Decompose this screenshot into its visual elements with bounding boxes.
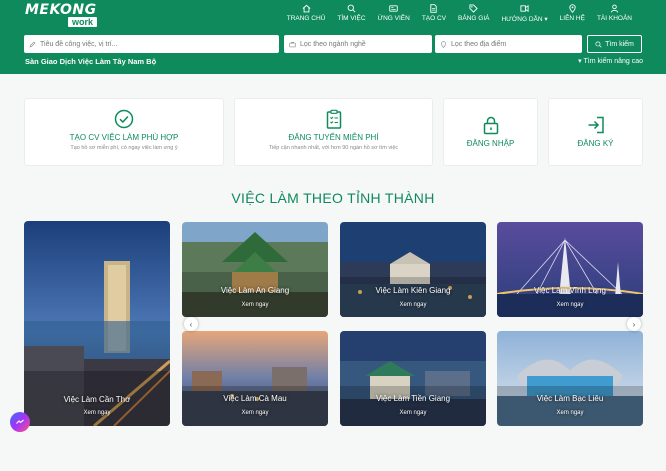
chevron-right-icon: › — [632, 319, 636, 329]
login-title: ĐĂNG NHẬP — [466, 139, 515, 148]
province-tile-an-giang[interactable]: Việc Làm An Giang Xem ngay — [182, 222, 328, 317]
register-title: ĐĂNG KÝ — [577, 139, 614, 148]
search-button[interactable]: Tìm kiếm — [587, 35, 642, 53]
lock-icon — [483, 116, 498, 135]
advanced-search-link[interactable]: ▾ Tìm kiếm nâng cao — [578, 57, 643, 65]
province-tile-bac-lieu[interactable]: Việc Làm Bạc Liêu Xem ngay — [497, 331, 643, 426]
bac-lieu-view-link[interactable]: Xem ngay — [497, 410, 643, 416]
vinh-long-name: Việc Làm Vĩnh Long — [534, 286, 606, 295]
tien-giang-name: Việc Làm Tiền Giang — [375, 394, 451, 403]
post-job-title: ĐĂNG TUYỂN MIỄN PHÍ — [288, 133, 379, 142]
messenger-chat-button[interactable] — [10, 412, 30, 432]
province-tile-ca-mau[interactable]: Việc Làm Cà Mau Xem ngay — [182, 331, 328, 426]
search-icon — [347, 4, 356, 13]
nav-home[interactable]: TRANG CHỦ — [281, 4, 332, 23]
province-tile-tien-giang[interactable]: Việc Làm Tiền Giang Xem ngay — [340, 331, 486, 426]
briefcase-icon — [289, 41, 296, 47]
nav-candidates[interactable]: ỨNG VIÊN — [372, 4, 416, 23]
kien-giang-view-link[interactable]: Xem ngay — [340, 302, 486, 308]
section-title: VIỆC LÀM THEO TỈNH THÀNH — [231, 190, 435, 206]
can-tho-view-link[interactable]: Xem ngay — [24, 410, 170, 416]
mekong-work-logo[interactable]: MEKONG work — [25, 3, 97, 28]
nav-candidates-label: ỨNG VIÊN — [377, 15, 410, 22]
tien-giang-view-link[interactable]: Xem ngay — [340, 410, 486, 416]
user-icon — [610, 4, 619, 13]
main-nav: TRANG CHỦ TÌM VIỆC ỨNG VIÊN TẠO CV BẢNG … — [281, 4, 638, 23]
keyword-input[interactable]: Tiêu đề công việc, vị trí... — [24, 35, 279, 53]
create-cv-card[interactable]: TẠO CV VIỆC LÀM PHÙ HỢP Tạo hồ sơ miễn p… — [24, 98, 224, 166]
logo-subword: work — [67, 17, 97, 27]
carousel-prev-button[interactable]: ‹ — [184, 317, 198, 331]
nav-home-label: TRANG CHỦ — [286, 15, 326, 22]
id-card-icon — [389, 5, 398, 12]
carousel-next-button[interactable]: › — [627, 317, 641, 331]
guide-icon — [520, 4, 529, 13]
nav-create-cv-label: TẠO CV — [421, 15, 447, 22]
home-icon — [302, 4, 310, 13]
province-tile-can-tho[interactable]: Việc Làm Cần Thơ Xem ngay — [24, 221, 170, 426]
location-pin-icon — [569, 4, 576, 13]
nav-guide-label: HƯỚNG DẪN ▾ — [501, 16, 548, 23]
site-tagline: Sàn Giao Dịch Việc Làm Tây Nam Bộ — [25, 57, 157, 66]
nav-account[interactable]: TÀI KHOẢN — [591, 4, 638, 23]
clipboard-list-icon — [326, 109, 341, 129]
industry-filter[interactable]: Lọc theo ngành nghề — [284, 35, 432, 53]
nav-contact-label: LIÊN HỆ — [559, 15, 585, 22]
nav-create-cv[interactable]: TẠO CV — [416, 4, 452, 23]
sign-in-icon — [588, 116, 604, 134]
nav-account-label: TÀI KHOẢN — [596, 15, 632, 22]
logo-wordmark: MEKONG — [25, 2, 97, 18]
location-pin-icon — [441, 40, 446, 48]
province-tile-vinh-long[interactable]: Việc Làm Vĩnh Long Xem ngay — [497, 222, 643, 317]
create-cv-title: TẠO CV VIỆC LÀM PHÙ HỢP — [69, 133, 179, 142]
bac-lieu-name: Việc Làm Bạc Liêu — [536, 394, 604, 403]
an-giang-view-link[interactable]: Xem ngay — [182, 302, 328, 308]
document-icon — [430, 4, 438, 13]
ca-mau-name: Việc Làm Cà Mau — [223, 394, 287, 403]
vinh-long-view-link[interactable]: Xem ngay — [497, 302, 643, 308]
login-card[interactable]: ĐĂNG NHẬP — [443, 98, 538, 166]
can-tho-name: Việc Làm Cần Thơ — [63, 395, 131, 404]
post-job-card[interactable]: ĐĂNG TUYỂN MIỄN PHÍ Tiếp cận nhanh nhất,… — [234, 98, 433, 166]
industry-placeholder: Lọc theo ngành nghề — [300, 40, 366, 48]
keyword-placeholder: Tiêu đề công việc, vị trí... — [40, 40, 118, 48]
search-icon — [595, 40, 602, 48]
nav-pricing-label: BẢNG GIÁ — [458, 15, 490, 22]
kien-giang-name: Việc Làm Kiên Giang — [375, 286, 451, 295]
an-giang-name: Việc Làm An Giang — [220, 286, 290, 295]
nav-find-jobs[interactable]: TÌM VIỆC — [331, 4, 371, 23]
nav-find-jobs-label: TÌM VIỆC — [337, 15, 366, 22]
ca-mau-view-link[interactable]: Xem ngay — [182, 410, 328, 416]
create-cv-desc: Tạo hồ sơ miễn phí, có ngay việc làm ưng… — [70, 145, 178, 151]
nav-pricing[interactable]: BẢNG GIÁ — [452, 4, 495, 23]
search-bar: Tiêu đề công việc, vị trí... Lọc theo ng… — [24, 35, 642, 53]
advanced-search-label: Tìm kiếm nâng cao — [583, 58, 643, 65]
location-placeholder: Lọc theo địa điểm — [451, 40, 507, 48]
messenger-icon — [16, 419, 24, 424]
chevron-left-icon: ‹ — [189, 319, 193, 329]
register-card[interactable]: ĐĂNG KÝ — [548, 98, 643, 166]
tag-icon — [469, 4, 478, 13]
nav-guide[interactable]: HƯỚNG DẪN ▾ — [495, 4, 553, 23]
check-circle-icon — [114, 109, 134, 129]
province-tile-kien-giang[interactable]: Việc Làm Kiên Giang Xem ngay — [340, 222, 486, 317]
search-button-label: Tìm kiếm — [605, 40, 634, 48]
post-job-desc: Tiếp cận nhanh nhất, với hơn 90 ngàn hồ … — [268, 145, 399, 151]
location-filter[interactable]: Lọc theo địa điểm — [435, 35, 582, 53]
top-header: MEKONG work TRANG CHỦ TÌM VIỆC ỨNG VIÊN … — [0, 0, 666, 74]
pencil-icon — [29, 41, 36, 47]
nav-contact[interactable]: LIÊN HỆ — [554, 4, 591, 23]
